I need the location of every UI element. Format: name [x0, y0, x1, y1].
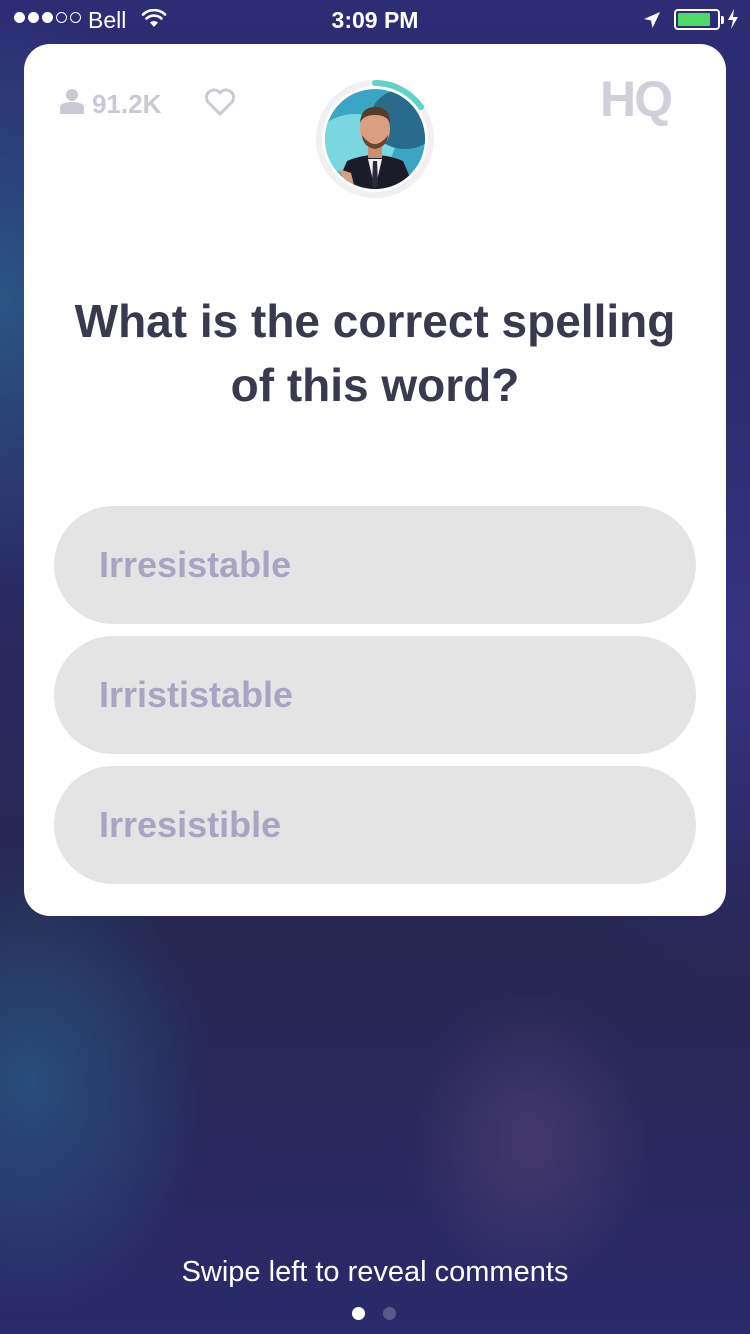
viewer-count-label: 91.2K: [92, 89, 162, 119]
host-avatar-timer: [315, 79, 435, 199]
answer-label: Irresistible: [99, 804, 282, 845]
hq-logo: HQ: [600, 71, 673, 127]
person-icon: [60, 88, 84, 121]
answer-label: Irresistable: [99, 544, 292, 585]
status-bar: Bell 3:09 PM: [0, 0, 750, 40]
page-dot-2[interactable]: [383, 1307, 396, 1320]
answer-option-1[interactable]: Irresistable: [54, 506, 696, 624]
question-text: What is the correct spelling of this wor…: [74, 295, 676, 411]
swipe-hint: Swipe left to reveal comments: [181, 1256, 569, 1288]
page-indicator[interactable]: [352, 1307, 396, 1320]
question-card: 91.2K HQ What is the correct spelling of…: [24, 44, 726, 916]
clock-time: 3:09 PM: [331, 7, 419, 33]
charging-bolt-icon: [727, 8, 739, 36]
answer-label: Irrististable: [99, 674, 294, 715]
location-arrow-icon: [642, 10, 662, 36]
answer-option-3[interactable]: Irresistible: [54, 766, 696, 884]
host-avatar-image: [325, 89, 425, 189]
answer-option-2[interactable]: Irrististable: [54, 636, 696, 754]
page-dot-1[interactable]: [352, 1307, 365, 1320]
battery-level-fill: [678, 13, 711, 26]
battery-icon: [674, 9, 724, 30]
heart-icon[interactable]: [204, 88, 236, 121]
viewer-count: 91.2K: [60, 88, 161, 121]
